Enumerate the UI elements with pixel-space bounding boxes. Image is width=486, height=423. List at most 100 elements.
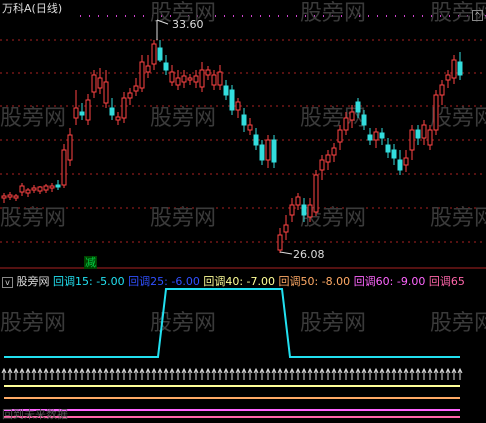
- candle-body: [403, 157, 409, 166]
- candle-body: [415, 129, 421, 139]
- candle-body: [433, 94, 439, 131]
- candle-body: [157, 47, 163, 61]
- watermark-text: 股旁网: [150, 106, 216, 131]
- candle-body: [367, 134, 373, 141]
- candle-body: [217, 71, 223, 86]
- candle-body: [385, 144, 391, 153]
- watermark-text: 股旁网: [300, 1, 366, 26]
- watermark-text: 股旁网: [150, 311, 216, 336]
- candle-body: [409, 129, 415, 151]
- candle-body: [373, 131, 379, 141]
- candle-body: [349, 111, 355, 121]
- watermark-text: 股旁网: [430, 311, 486, 336]
- collapse-icon[interactable]: v: [2, 277, 13, 288]
- candle-body: [79, 111, 85, 116]
- chart-title: 万科A(日线): [2, 2, 63, 15]
- candle-body: [115, 116, 121, 121]
- candle-body: [49, 185, 55, 189]
- candle-body: [55, 184, 61, 188]
- candle-body: [445, 74, 451, 81]
- candle-body: [31, 187, 37, 191]
- candle-body: [133, 85, 139, 92]
- candle-body: [145, 65, 151, 73]
- candle-body: [67, 134, 73, 161]
- candle-body: [343, 117, 349, 131]
- candle-body: [193, 75, 199, 83]
- watermark-text: 股旁网: [0, 311, 66, 336]
- candle-body: [211, 74, 217, 86]
- candle-body: [379, 132, 385, 139]
- candle-body: [37, 186, 43, 192]
- chevron-up-icon[interactable]: ^: [472, 3, 483, 22]
- candle-body: [331, 147, 337, 156]
- candle-body: [43, 185, 49, 191]
- candle-body: [253, 134, 259, 146]
- candle-body: [163, 62, 169, 71]
- candle-body: [175, 77, 181, 86]
- candle-body: [301, 204, 307, 216]
- indicator-name: 股旁网: [16, 275, 50, 288]
- watermark-text: 股旁网: [150, 206, 216, 231]
- candle-body: [325, 154, 331, 163]
- candle-body: [295, 196, 301, 206]
- candle-body: [103, 81, 109, 104]
- candle-body: [421, 124, 427, 139]
- candle-body: [337, 129, 343, 143]
- candle-body: [127, 92, 133, 99]
- candle-body: [109, 107, 115, 116]
- candle-body: [199, 69, 205, 88]
- candle-body: [121, 97, 127, 119]
- low-price-label: 26.08: [293, 248, 325, 261]
- candle-body: [61, 149, 67, 186]
- candle-body: [229, 89, 235, 111]
- watermark-text: 股旁网: [430, 206, 486, 231]
- candle-body: [13, 195, 19, 199]
- high-price-label: 33.60: [172, 18, 204, 31]
- candle-body: [85, 99, 91, 121]
- candle-body: [319, 159, 325, 171]
- candle-body: [1, 195, 7, 199]
- candle-body: [169, 71, 175, 83]
- candle-body: [247, 124, 253, 131]
- candle-body: [313, 174, 319, 213]
- candle-body: [391, 149, 397, 159]
- candle-body: [271, 139, 277, 163]
- indicator-header: v 股旁网 回调15: -5.00 回调25: -6.00 回调40: -7.0…: [2, 273, 465, 289]
- candle-body: [397, 159, 403, 171]
- low-pointer: [279, 251, 293, 255]
- item-label: 回调15: -5.00: [53, 275, 125, 288]
- candle-body: [235, 101, 241, 111]
- item-label: 回调65: [428, 275, 465, 288]
- candle-body: [361, 114, 367, 126]
- candle-body: [205, 69, 211, 76]
- candle-body: [457, 61, 463, 76]
- candle-body: [7, 194, 13, 198]
- item-label: 回调40: -7.00: [203, 275, 276, 288]
- candle-body: [187, 77, 193, 81]
- candle-body: [259, 144, 265, 161]
- candle-body: [427, 129, 433, 146]
- candle-body: [25, 189, 31, 194]
- candle-body: [223, 85, 229, 96]
- candle-body: [289, 204, 295, 216]
- candle-body: [265, 139, 271, 161]
- candle-body: [19, 185, 25, 193]
- candle-body: [277, 234, 283, 251]
- candle-body: [283, 224, 289, 233]
- callback15-line: [4, 288, 460, 358]
- candle-body: [139, 61, 145, 89]
- candle-body: [151, 43, 157, 65]
- watermark-text: 股旁网: [0, 106, 66, 131]
- candle-body: [307, 204, 313, 218]
- watermark-text: 股旁网: [0, 206, 66, 231]
- candle-body: [181, 75, 187, 83]
- indicator-lines: [1, 288, 463, 418]
- candle-body: [451, 59, 457, 79]
- candle-body: [439, 84, 445, 96]
- item-label: 回调25: -6.00: [128, 275, 200, 288]
- watermark-text: 股旁网: [300, 311, 366, 336]
- candle-body: [73, 107, 79, 119]
- chart-canvas: 股旁网 股旁网 股旁网股旁网 股旁网 股旁网 股旁网股旁网 股旁网 股旁网 股旁网股旁网 股旁网股…: [0, 1, 486, 418]
- candlestick-series: [1, 19, 463, 255]
- item-label: 回调50: -8.00: [278, 275, 351, 288]
